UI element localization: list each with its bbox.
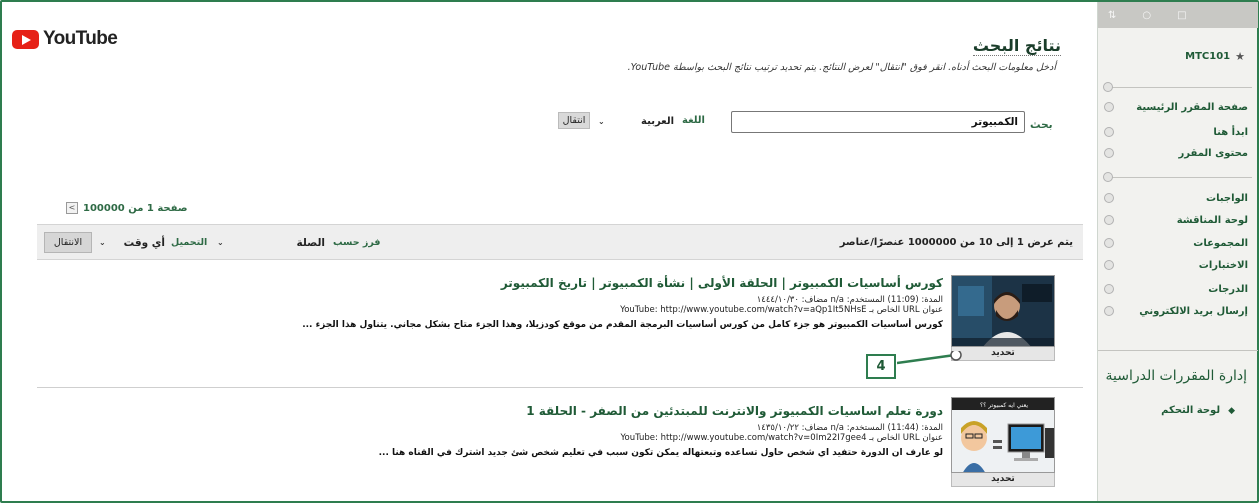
section-divider bbox=[1098, 350, 1258, 351]
page-title: نتائج البحث bbox=[972, 36, 1061, 56]
result-title-link[interactable]: كورس أساسيات الكمبيوتر | الحلقة الأولى |… bbox=[501, 276, 943, 290]
upload-value: أي وقت bbox=[123, 236, 165, 249]
search-input[interactable] bbox=[731, 111, 1025, 133]
control-panel-label: لوحة التحكم bbox=[1161, 405, 1221, 416]
youtube-play-icon bbox=[12, 29, 39, 49]
chevron-down-icon: ⌄ bbox=[99, 238, 106, 247]
sidebar-item-label: الاختبارات bbox=[1198, 259, 1248, 271]
pager: < صفحة 1 من 100000 bbox=[66, 202, 188, 214]
video-thumbnail[interactable]: يعني ايه كمبيوتر ؟؟ bbox=[951, 397, 1055, 473]
sidebar-item-control-panel[interactable]: لوحة التحكم ◆ bbox=[1161, 405, 1235, 416]
status-dot-icon bbox=[1104, 148, 1114, 158]
status-dot-icon bbox=[1104, 284, 1114, 294]
sidebar-item-label: صفحة المقرر الرئيسية bbox=[1136, 101, 1248, 113]
chevron-down-icon: ⌄ bbox=[598, 116, 605, 126]
sidebar-item-discussion-board[interactable]: لوحة المناقشة bbox=[1104, 211, 1252, 229]
sort-go-button[interactable]: الانتقال bbox=[44, 232, 92, 253]
thumbnail-caption: يعني ايه كمبيوتر ؟؟ bbox=[980, 402, 1028, 409]
sort-bar: يتم عرض 1 إلى 10 من 1000000 عنصرًا/عناصر… bbox=[37, 224, 1083, 260]
course-sidebar: ⇅ ○ □ ⊙ MTC101 ★ صفحة المقرر الرئيسية اب… bbox=[1097, 2, 1258, 501]
select-button[interactable]: تحديد bbox=[951, 347, 1055, 361]
sidebar-item-home[interactable]: صفحة المقرر الرئيسية bbox=[1104, 98, 1252, 116]
sidebar-item-start-here[interactable]: ابدأ هنا bbox=[1104, 123, 1252, 141]
sidebar-toolbar: ⇅ ○ □ ⊙ bbox=[1098, 2, 1258, 28]
sidebar-item-label: إرسال بريد الالكتروني bbox=[1139, 305, 1248, 317]
result-meta: المدة: (11:44) المستخدم: n/a مضاف: ١٤٣٥/… bbox=[756, 423, 943, 433]
sidebar-item-label: الواجبات bbox=[1206, 192, 1248, 204]
refresh-icon[interactable]: ○ bbox=[1142, 10, 1151, 21]
sidebar-item-assignments[interactable]: الواجبات bbox=[1104, 189, 1252, 207]
result-title-link[interactable]: دورة تعلم اساسيات الكمبيوتر والانترنت لل… bbox=[526, 404, 943, 418]
result-description: كورس أساسيات الكمبيوتر هو جزء كامل من كو… bbox=[302, 320, 943, 330]
result-thumbnail-block: تحديد bbox=[951, 275, 1055, 363]
youtube-logo: YouTube bbox=[12, 28, 118, 50]
status-dot-icon bbox=[1104, 102, 1114, 112]
result-item: تحديد كورس أساسيات الكمبيوتر | الحلقة ال… bbox=[37, 264, 1083, 388]
result-item: يعني ايه كمبيوتر ؟؟ تحديد دورة تعلم اساس… bbox=[37, 392, 1083, 502]
search-label: بحث bbox=[1030, 119, 1053, 131]
results-count: يتم عرض 1 إلى 10 من 1000000 عنصرًا/عناصر bbox=[839, 237, 1073, 248]
result-thumbnail-block: يعني ايه كمبيوتر ؟؟ تحديد bbox=[951, 397, 1055, 489]
pager-prev-icon[interactable]: < bbox=[66, 202, 78, 214]
language-value: العربية bbox=[641, 115, 674, 127]
star-icon[interactable]: ★ bbox=[1235, 50, 1245, 63]
result-meta: المدة: (11:09) المستخدم: n/a مضاف: ١٤٤٤/… bbox=[756, 295, 943, 305]
sidebar-item-groups[interactable]: المجموعات bbox=[1104, 234, 1252, 252]
sort-select[interactable]: ⌄ الصلة bbox=[213, 234, 329, 251]
language-select[interactable]: ⌄ العربية bbox=[594, 112, 678, 130]
sidebar-item-label: محتوى المقرر bbox=[1178, 147, 1248, 159]
video-thumbnail[interactable] bbox=[951, 275, 1055, 347]
course-management-heading: إدارة المقررات الدراسية bbox=[1105, 368, 1247, 384]
sidebar-item-course-content[interactable]: محتوى المقرر bbox=[1104, 144, 1252, 162]
sidebar-item-label: المجموعات bbox=[1193, 237, 1248, 249]
menu-divider bbox=[1112, 87, 1252, 88]
result-description: لو عارف ان الدورة حتفيد اي شخص حاول تساع… bbox=[378, 448, 943, 458]
search-go-button[interactable]: انتقال bbox=[558, 112, 590, 129]
sidebar-item-send-email[interactable]: إرسال بريد الالكتروني bbox=[1104, 302, 1252, 320]
upload-select[interactable]: ⌄ أي وقت bbox=[95, 234, 169, 251]
status-dot-icon bbox=[1104, 306, 1114, 316]
course-code[interactable]: MTC101 ★ bbox=[1185, 50, 1245, 63]
status-dot-icon bbox=[1104, 260, 1114, 270]
sort-value: الصلة bbox=[296, 236, 325, 249]
youtube-wordmark: YouTube bbox=[43, 28, 118, 49]
upload-label: التحميل bbox=[171, 237, 208, 248]
course-code-label: MTC101 bbox=[1185, 51, 1231, 62]
chevron-down-icon: ⌄ bbox=[217, 238, 224, 247]
select-button[interactable]: تحديد bbox=[951, 473, 1055, 487]
sort-label: فرز حسب bbox=[333, 237, 381, 248]
folder-icon[interactable]: □ bbox=[1177, 10, 1186, 21]
menu-divider bbox=[1112, 177, 1252, 178]
bullet-icon: ◆ bbox=[1228, 405, 1235, 416]
reorder-icon[interactable]: ⇅ bbox=[1108, 10, 1116, 21]
divider-dot-icon bbox=[1103, 172, 1113, 182]
sidebar-item-tests[interactable]: الاختبارات bbox=[1104, 256, 1252, 274]
status-dot-icon bbox=[1104, 215, 1114, 225]
sidebar-item-label: لوحة المناقشة bbox=[1176, 214, 1248, 226]
divider-dot-icon bbox=[1103, 82, 1113, 92]
status-dot-icon bbox=[1104, 193, 1114, 203]
status-dot-icon bbox=[1104, 127, 1114, 137]
instructions-text: أدخل معلومات البحث أدناه. انقر فوق "انتق… bbox=[627, 62, 1056, 73]
result-url: عنوان URL الخاص بـ YouTube: http://www.y… bbox=[620, 433, 943, 443]
sidebar-item-grades[interactable]: الدرجات bbox=[1104, 280, 1252, 298]
language-label: اللغة bbox=[682, 115, 705, 126]
pager-text: صفحة 1 من 100000 bbox=[83, 202, 188, 214]
status-dot-icon bbox=[1104, 238, 1114, 248]
callout-badge: 4 bbox=[866, 354, 896, 379]
callout-connector bbox=[897, 351, 962, 365]
main-content: YouTube نتائج البحث أدخل معلومات البحث أ… bbox=[2, 2, 1096, 501]
result-url: عنوان URL الخاص بـ YouTube: http://www.y… bbox=[620, 305, 943, 315]
sidebar-item-label: ابدأ هنا bbox=[1213, 126, 1248, 138]
sidebar-item-label: الدرجات bbox=[1208, 283, 1248, 295]
